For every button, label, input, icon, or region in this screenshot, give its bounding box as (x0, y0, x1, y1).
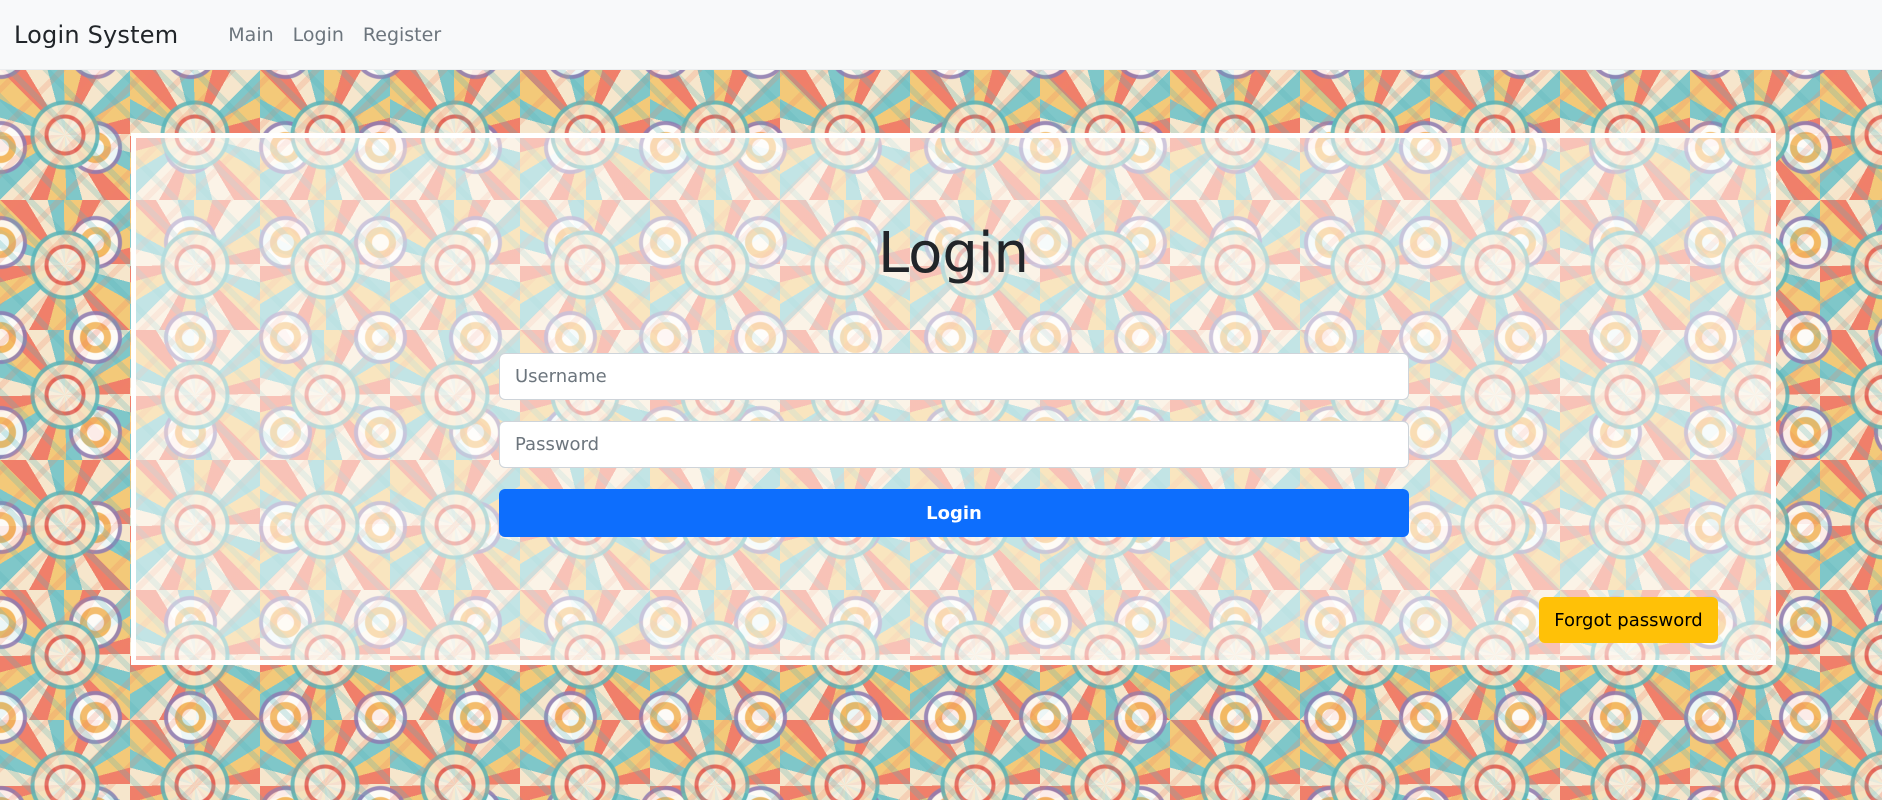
username-input[interactable] (499, 353, 1409, 400)
nav-link-login[interactable]: Login (293, 24, 344, 46)
login-title: Login (877, 221, 1030, 286)
forgot-password-button[interactable]: Forgot password (1539, 597, 1718, 643)
login-card: Login Login Forgot password (131, 133, 1776, 665)
navbar: Login System Main Login Register (0, 0, 1882, 70)
login-button[interactable]: Login (499, 489, 1409, 537)
nav-link-register[interactable]: Register (363, 24, 441, 46)
password-input[interactable] (499, 421, 1409, 468)
navbar-brand[interactable]: Login System (14, 21, 178, 49)
nav-link-main[interactable]: Main (228, 24, 273, 46)
